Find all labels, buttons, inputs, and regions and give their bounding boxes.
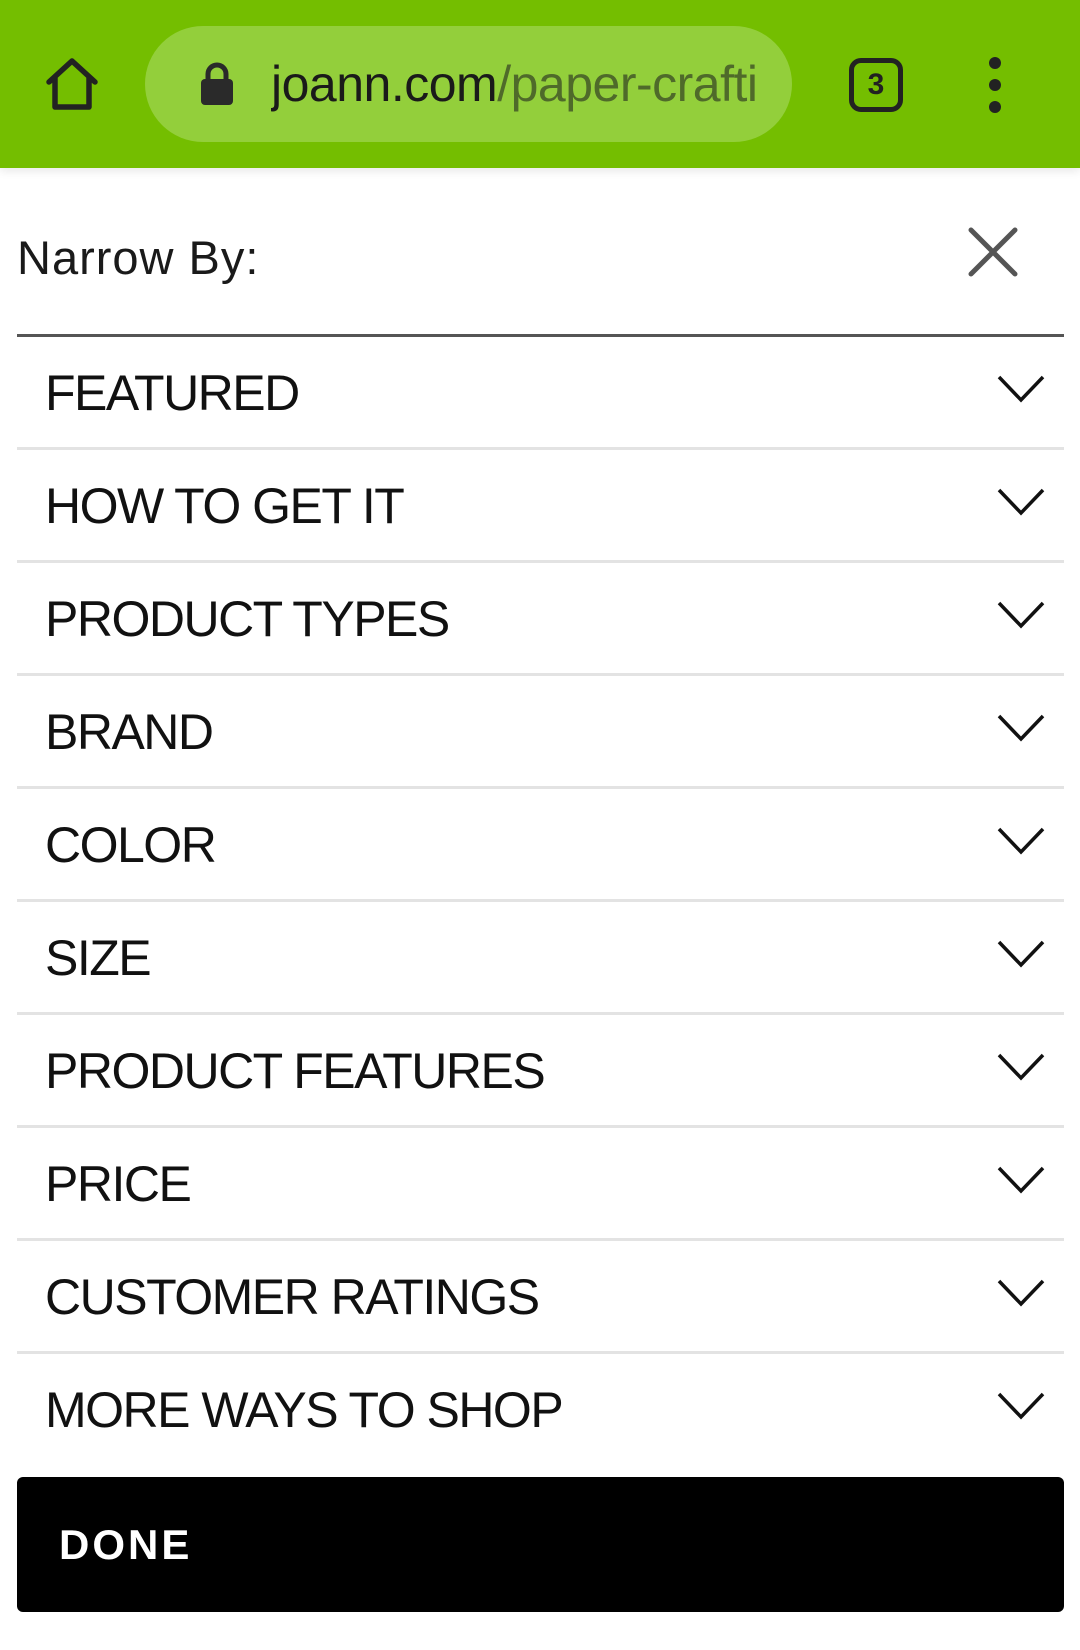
more-options-icon[interactable] xyxy=(975,55,1015,115)
chevron-down-icon xyxy=(997,1053,1045,1081)
chevron-down-icon xyxy=(997,375,1045,403)
filter-price[interactable]: PRICE xyxy=(17,1128,1064,1241)
tab-switcher-button[interactable]: 3 xyxy=(849,58,903,112)
filter-color[interactable]: COLOR xyxy=(17,789,1064,902)
close-icon[interactable] xyxy=(965,224,1021,280)
filter-more-ways-to-shop[interactable]: MORE WAYS TO SHOP xyxy=(17,1354,1064,1467)
chevron-down-icon xyxy=(997,488,1045,516)
lock-icon xyxy=(201,62,233,105)
chevron-down-icon xyxy=(997,940,1045,968)
chevron-down-icon xyxy=(997,1392,1045,1420)
filter-label: HOW TO GET IT xyxy=(45,478,405,534)
filter-customer-ratings[interactable]: CUSTOMER RATINGS xyxy=(17,1241,1064,1354)
url-domain: joann.com xyxy=(271,56,498,112)
filter-label: FEATURED xyxy=(45,365,300,421)
home-button[interactable] xyxy=(36,46,108,122)
chevron-down-icon xyxy=(997,601,1045,629)
filter-label: MORE WAYS TO SHOP xyxy=(45,1382,564,1438)
filter-label: SIZE xyxy=(45,930,152,986)
browser-toolbar: joann.com/paper-crafti 3 xyxy=(0,0,1080,168)
filter-featured[interactable]: FEATURED xyxy=(17,337,1064,450)
home-icon xyxy=(46,58,98,110)
filter-label: COLOR xyxy=(45,817,217,873)
address-bar[interactable]: joann.com/paper-crafti xyxy=(145,26,792,142)
url-path: /paper-crafti xyxy=(497,56,758,112)
done-button-label: DONE xyxy=(59,1521,193,1568)
filter-product-features[interactable]: PRODUCT FEATURES xyxy=(17,1015,1064,1128)
filter-product-types[interactable]: PRODUCT TYPES xyxy=(17,563,1064,676)
chevron-down-icon xyxy=(997,1279,1045,1307)
filter-list: FEATURED HOW TO GET IT PRODUCT TYPES BRA… xyxy=(17,337,1064,1467)
chevron-down-icon xyxy=(997,827,1045,855)
filter-label: CUSTOMER RATINGS xyxy=(45,1269,540,1325)
filter-brand[interactable]: BRAND xyxy=(17,676,1064,789)
filter-label: BRAND xyxy=(45,704,214,760)
filter-label: PRODUCT FEATURES xyxy=(45,1043,546,1099)
chevron-down-icon xyxy=(997,1166,1045,1194)
tab-count: 3 xyxy=(867,68,885,101)
url-text: joann.com/paper-crafti xyxy=(271,26,771,142)
panel-header: Narrow By: xyxy=(17,168,1064,337)
chevron-down-icon xyxy=(997,714,1045,742)
filter-how-to-get-it[interactable]: HOW TO GET IT xyxy=(17,450,1064,563)
filter-label: PRICE xyxy=(45,1156,192,1212)
filter-size[interactable]: SIZE xyxy=(17,902,1064,1015)
filter-label: PRODUCT TYPES xyxy=(45,591,450,647)
panel-title: Narrow By: xyxy=(17,231,260,284)
done-button[interactable]: DONE xyxy=(17,1477,1064,1612)
